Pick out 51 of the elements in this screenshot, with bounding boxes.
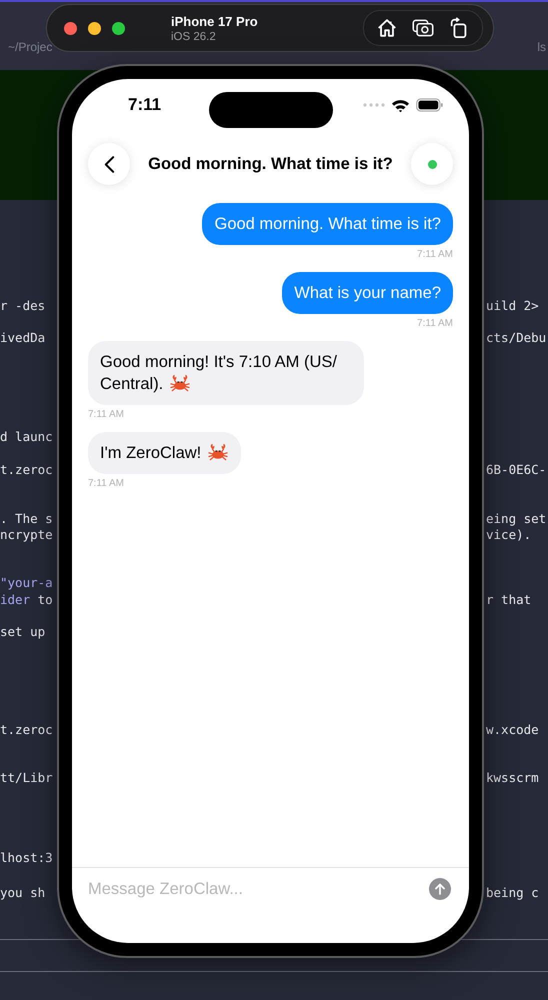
- terminal-text: set up: [0, 624, 46, 640]
- terminal-text: 6B-0E6C-: [486, 462, 548, 478]
- os-version: iOS 26.2: [171, 30, 217, 42]
- close-button[interactable]: [64, 22, 77, 34]
- status-time: 7:11: [128, 95, 162, 115]
- terminal-text: vice).: [486, 527, 532, 543]
- terminal-text: . The s: [0, 511, 53, 527]
- sent-message: Good morning. What time is it?: [202, 203, 453, 245]
- message-time: 7:11 AM: [417, 318, 453, 329]
- terminal-text: you sh: [0, 885, 46, 901]
- crab-icon: [207, 443, 230, 461]
- terminal-text: t.zeroc: [0, 722, 53, 738]
- terminal-text: lhost:3: [0, 850, 53, 866]
- terminal-text: tt/Libr: [0, 770, 53, 786]
- message-time: 7:11 AM: [88, 409, 124, 420]
- home-icon[interactable]: [376, 17, 398, 39]
- terminal-text: uild 2>: [486, 298, 540, 314]
- battery-icon: [416, 98, 443, 112]
- arrow-up-icon: [434, 883, 446, 895]
- received-message: I'm ZeroClaw!: [88, 432, 242, 474]
- terminal-text: ncrypte: [0, 527, 53, 543]
- terminal-text: kwsscrm: [486, 770, 540, 786]
- terminal-text: eing set: [486, 511, 548, 527]
- back-icon: [104, 154, 114, 174]
- terminal-text: d launc: [0, 429, 53, 445]
- zoom-button[interactable]: [112, 22, 125, 34]
- terminal-text: w.xcode: [486, 722, 540, 738]
- terminal-text: r -des: [0, 298, 46, 314]
- signal-icon: [363, 103, 385, 107]
- terminal-text: to: [38, 592, 53, 608]
- sent-message: What is your name?: [282, 272, 453, 314]
- message-time: 7:11 AM: [88, 478, 124, 489]
- message-time: 7:11 AM: [417, 249, 453, 260]
- terminal-text: t.zeroc: [0, 462, 53, 478]
- send-button[interactable]: [429, 878, 451, 900]
- crab-icon: [169, 374, 192, 392]
- chat-title: Good morning. What time is it?: [147, 154, 394, 174]
- terminal-text: being c: [486, 885, 540, 901]
- device-name: iPhone 17 Pro: [171, 14, 258, 28]
- minimize-button[interactable]: [88, 22, 101, 34]
- terminal-text: cts/Debu: [486, 330, 548, 346]
- terminal-text: "your-a: [0, 575, 53, 591]
- screenshot-icon[interactable]: [412, 17, 434, 39]
- terminal-tab-title: ls: [537, 40, 546, 54]
- terminal-text: ivedDa: [0, 330, 46, 346]
- received-message: Good morning! It's 7:10 AM (US/ Central).: [88, 341, 364, 405]
- back-button[interactable]: [88, 143, 130, 185]
- terminal-text: r that: [486, 592, 532, 608]
- terminal-tab-title: ~/Projec: [8, 40, 52, 54]
- wifi-icon: [391, 98, 410, 112]
- terminal-text: ider: [0, 592, 30, 608]
